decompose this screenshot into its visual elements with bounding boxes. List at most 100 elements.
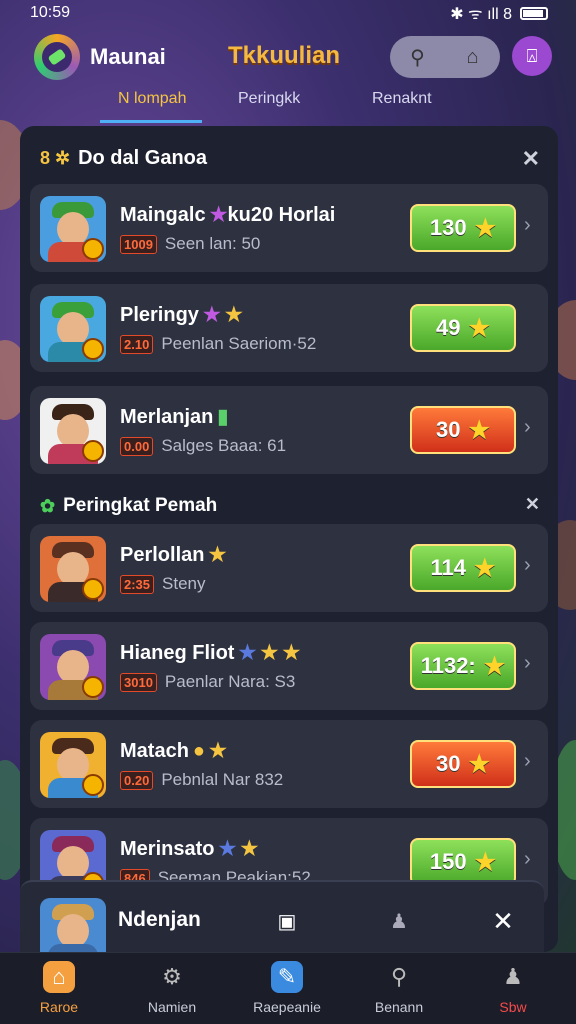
avatar <box>40 196 106 262</box>
player-name: Perlollan ★ <box>120 544 227 566</box>
user-icon[interactable]: ♟ <box>382 904 416 938</box>
chevron-right-icon[interactable]: › <box>524 416 531 439</box>
star-icon: ★ <box>468 416 490 444</box>
leaderboard-panel: 8 ✲ Do dal Ganoa ✕ ✿ Peringkat Pemah ✕ M… <box>20 126 558 952</box>
nav-item-raepeanie[interactable]: ✎ Raepeanie <box>232 961 342 1015</box>
gear-icon: ⚙ <box>162 964 182 989</box>
search-icon: ⚲ <box>390 964 408 989</box>
star-icon: ★ <box>240 838 259 860</box>
star-icon: ★ <box>224 304 243 326</box>
nav-item-benann[interactable]: ⚲ Benann <box>344 961 454 1015</box>
star-icon: ★ <box>208 544 227 566</box>
avatar <box>40 536 106 602</box>
player-name: Pleringy ★ ★ <box>120 304 243 326</box>
tab-nlompah[interactable]: N lompah <box>118 90 186 108</box>
score-button[interactable]: 1132: ★ <box>410 642 516 690</box>
list-item[interactable]: Perlollan ★ 2:35 Steny 114 ★ › <box>30 524 548 612</box>
close-icon[interactable]: ✕ <box>486 904 520 938</box>
status-icons-text: ✱ ᯤ ıll 8 <box>450 6 512 23</box>
profile-icon[interactable]: ⍓ <box>512 36 552 76</box>
chevron-right-icon[interactable]: › <box>524 750 531 773</box>
avatar <box>40 732 106 798</box>
player-subtitle: 2:35 Steny <box>120 574 206 594</box>
app-name: Maunai <box>90 44 166 69</box>
list-item[interactable]: Merlanjan ▮ 0.00 Salges Baaa: 61 30 ★ › <box>30 386 548 474</box>
edit-icon: ✎ <box>271 961 303 993</box>
star-icon: ★ <box>282 642 301 664</box>
chevron-right-icon[interactable]: › <box>524 214 531 237</box>
app-logo[interactable] <box>34 34 80 80</box>
chevron-right-icon[interactable]: › <box>524 848 531 871</box>
list-item[interactable]: Maingalc ★ku20 Horlai 1009 Seen lan: 50 130 ★… <box>30 184 548 272</box>
star-icon: ★ <box>468 314 490 342</box>
player-subtitle: 3010 Paenlar Nara: S3 <box>120 672 295 692</box>
score-button[interactable]: 49 ★ <box>410 304 516 352</box>
star-icon: ● <box>192 740 205 762</box>
page-title: Tkkuulian <box>228 42 341 69</box>
star-icon: ★ <box>260 642 279 664</box>
nav-item-sbw[interactable]: ♟ Sbw <box>458 961 568 1015</box>
tab-bar: N lompah Peringkk Renaknt <box>0 86 576 124</box>
star-icon: ★ <box>468 750 490 778</box>
list-item[interactable]: Hianeg Fliot ★ ★ ★ 3010 Paenlar Nara: S3 1132:… <box>30 622 548 710</box>
app-header: Maunai Tkkuulian ⚲ ⌂ ⍓ <box>0 30 576 86</box>
home-icon: ⌂ <box>43 961 75 993</box>
player-name: Maingalc ★ku20 Horlai <box>120 204 336 226</box>
player-subtitle: 0.20 Pebnlal Nar 832 <box>120 770 283 790</box>
star-icon: ★ <box>238 642 257 664</box>
home-icon[interactable]: ⌂ <box>455 39 491 75</box>
section-title: Peringkat Pemah <box>63 495 218 516</box>
player-name: Merlanjan ▮ <box>120 406 229 428</box>
star-icon: ★ <box>218 838 237 860</box>
player-subtitle: 0.00 Salges Baaa: 61 <box>120 436 286 456</box>
nav-label: Raroe <box>39 999 79 1015</box>
section-title: Do dal Ganoa <box>78 146 207 169</box>
status-time: 10:59 <box>30 4 71 21</box>
list-item[interactable]: Pleringy★★2.10Peenlan Saeriom·5249★› <box>30 284 548 372</box>
bottom-nav: ⌂ Raroe ⚙ Namien ✎ Raepeanie ⚲ Benann ♟ … <box>0 952 576 1024</box>
player-name: Merinsato ★ ★ <box>120 838 259 860</box>
close-icon[interactable]: ✕ <box>525 494 540 515</box>
player-name: Hianeg Fliot ★ ★ ★ <box>120 642 301 664</box>
close-icon[interactable]: ✕ <box>522 146 540 172</box>
header-actions: ⚲ ⌂ <box>390 36 500 78</box>
rank-badge: 2:35 <box>120 575 155 594</box>
star-icon: ★ <box>209 740 227 762</box>
chevron-right-icon[interactable]: › <box>524 652 531 675</box>
score-button[interactable]: 30 ★ <box>410 406 516 454</box>
current-user-name: Ndenjan <box>118 908 201 931</box>
star-icon: ★ <box>474 214 497 242</box>
nav-label: Namien <box>147 999 197 1015</box>
tab-indicator <box>100 120 202 123</box>
nav-item-namien[interactable]: ⚙ Namien <box>117 961 227 1015</box>
score-button[interactable]: 150 ★ <box>410 838 516 886</box>
avatar <box>40 296 106 362</box>
badge-icon[interactable]: ▣ <box>270 904 304 938</box>
tab-renaknt[interactable]: Renaknt <box>372 90 432 108</box>
list-item[interactable]: Matach ● ★ 0.20 Pebnlal Nar 832 30 ★ › <box>30 720 548 808</box>
nav-label: Benann <box>374 999 424 1015</box>
score-button[interactable]: 130 ★ <box>410 204 516 252</box>
rank-badge: 0.00 <box>120 437 154 456</box>
nav-label: Raepeanie <box>253 999 321 1015</box>
avatar <box>40 634 106 700</box>
nav-item-home[interactable]: ⌂ Raroe <box>4 961 114 1015</box>
score-button[interactable]: 30 ★ <box>410 740 516 788</box>
star-icon: ★ <box>209 204 228 226</box>
nav-label: Sbw <box>499 999 527 1015</box>
player-subtitle: 2.10 Peenlan Saeriom·52 <box>120 334 316 354</box>
leaf-icon: ✿ <box>40 495 56 516</box>
tab-peringkk[interactable]: Peringkk <box>238 90 300 108</box>
current-user-bar: Ndenjan ▣ ♟ ✕ <box>20 880 544 964</box>
search-icon[interactable]: ⚲ <box>400 39 436 75</box>
rank-badge: 2.10 <box>120 335 154 354</box>
star-icon: ★ <box>473 554 496 582</box>
score-button[interactable]: 114 ★ <box>410 544 516 592</box>
player-name: Matach ● ★ <box>120 740 227 762</box>
chevron-right-icon[interactable]: › <box>524 554 531 577</box>
battery-icon <box>520 6 548 20</box>
status-bar: 10:59 ✱ ᯤ ıll 8 <box>0 0 576 26</box>
star-icon: ★ <box>474 848 497 876</box>
status-icons: ✱ ᯤ ıll 8 <box>450 2 548 24</box>
rank-badge: 0.20 <box>120 771 154 790</box>
